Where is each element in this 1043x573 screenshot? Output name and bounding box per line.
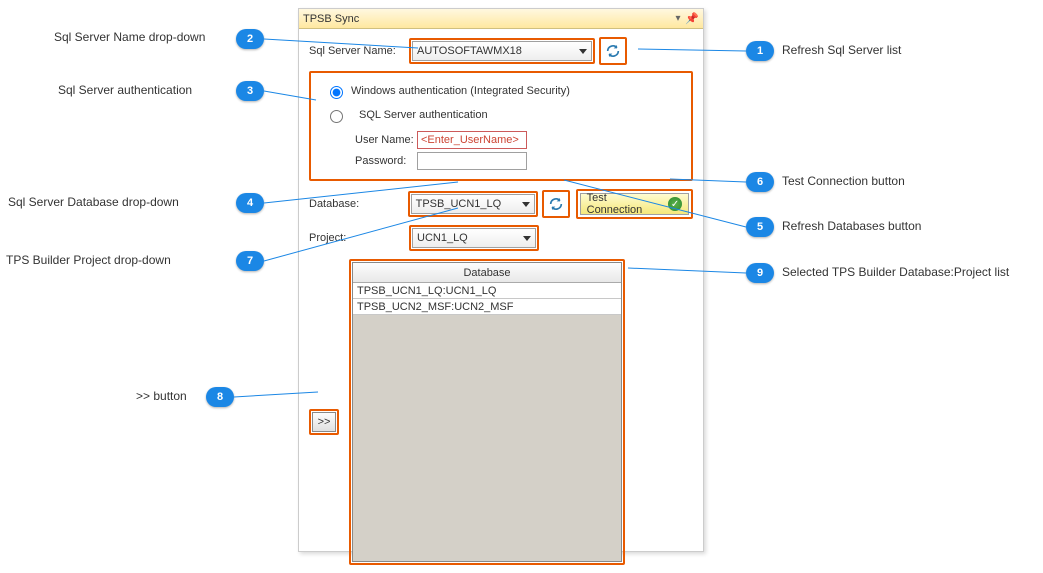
annotation-label-3: Sql Server authentication — [58, 83, 192, 97]
database-dropdown[interactable]: TPSB_UCN1_LQ — [411, 194, 535, 214]
annotation-badge-9: 9 — [746, 263, 774, 283]
annotation-label-8: >> button — [136, 389, 187, 403]
check-icon: ✓ — [668, 197, 682, 211]
annotation-badge-3: 3 — [236, 81, 264, 101]
username-input[interactable] — [417, 131, 527, 149]
list-header: Database — [353, 263, 621, 283]
titlebar: TPSB Sync ▾ 📌 — [299, 9, 703, 29]
tpsb-sync-panel: TPSB Sync ▾ 📌 Sql Server Name: AUTOSOFTA… — [298, 8, 704, 552]
pin-icon[interactable]: 📌 — [685, 12, 699, 25]
annotation-badge-1: 1 — [746, 41, 774, 61]
annotation-label-5: Refresh Databases button — [782, 219, 921, 233]
windows-auth-radio[interactable] — [330, 86, 343, 99]
sql-auth-radio[interactable] — [330, 110, 343, 123]
annotation-label-9: Selected TPS Builder Database:Project li… — [782, 265, 1009, 279]
minimize-icon[interactable]: ▾ — [671, 13, 685, 24]
username-label: User Name: — [355, 134, 417, 146]
annotation-label-4: Sql Server Database drop-down — [8, 195, 179, 209]
panel-title: TPSB Sync — [303, 13, 671, 25]
password-label: Password: — [355, 155, 417, 167]
sql-server-name-dropdown[interactable]: AUTOSOFTAWMX18 — [412, 41, 592, 61]
test-connection-button[interactable]: Test Connection ✓ — [580, 193, 689, 215]
annotation-label-1: Refresh Sql Server list — [782, 43, 901, 57]
annotation-label-7: TPS Builder Project drop-down — [6, 253, 171, 267]
list-item[interactable]: TPSB_UCN1_LQ:UCN1_LQ — [353, 283, 621, 299]
annotation-badge-5: 5 — [746, 217, 774, 237]
annotation-badge-8: 8 — [206, 387, 234, 407]
chevron-down-icon — [579, 49, 587, 54]
refresh-icon — [605, 43, 621, 59]
annotation-badge-2: 2 — [236, 29, 264, 49]
annotation-label-2: Sql Server Name drop-down — [54, 30, 205, 44]
password-input[interactable] — [417, 152, 527, 170]
sql-server-name-label: Sql Server Name: — [309, 45, 409, 57]
database-project-list[interactable]: Database TPSB_UCN1_LQ:UCN1_LQ TPSB_UCN2_… — [352, 262, 622, 562]
sql-auth-label: SQL Server authentication — [359, 109, 488, 121]
refresh-sql-server-button[interactable] — [603, 41, 623, 61]
authentication-group: Windows authentication (Integrated Secur… — [309, 71, 693, 181]
windows-auth-label: Windows authentication (Integrated Secur… — [351, 85, 570, 97]
project-label: Project: — [309, 232, 409, 244]
annotation-label-6: Test Connection button — [782, 174, 905, 188]
list-item[interactable]: TPSB_UCN2_MSF:UCN2_MSF — [353, 299, 621, 315]
chevron-down-icon — [523, 236, 531, 241]
refresh-icon — [548, 196, 564, 212]
chevron-down-icon — [522, 202, 530, 207]
annotation-badge-7: 7 — [236, 251, 264, 271]
annotation-badge-4: 4 — [236, 193, 264, 213]
refresh-databases-button[interactable] — [546, 194, 566, 214]
database-label: Database: — [309, 198, 408, 210]
add-to-list-button[interactable]: >> — [312, 412, 336, 432]
annotation-badge-6: 6 — [746, 172, 774, 192]
project-dropdown[interactable]: UCN1_LQ — [412, 228, 536, 248]
